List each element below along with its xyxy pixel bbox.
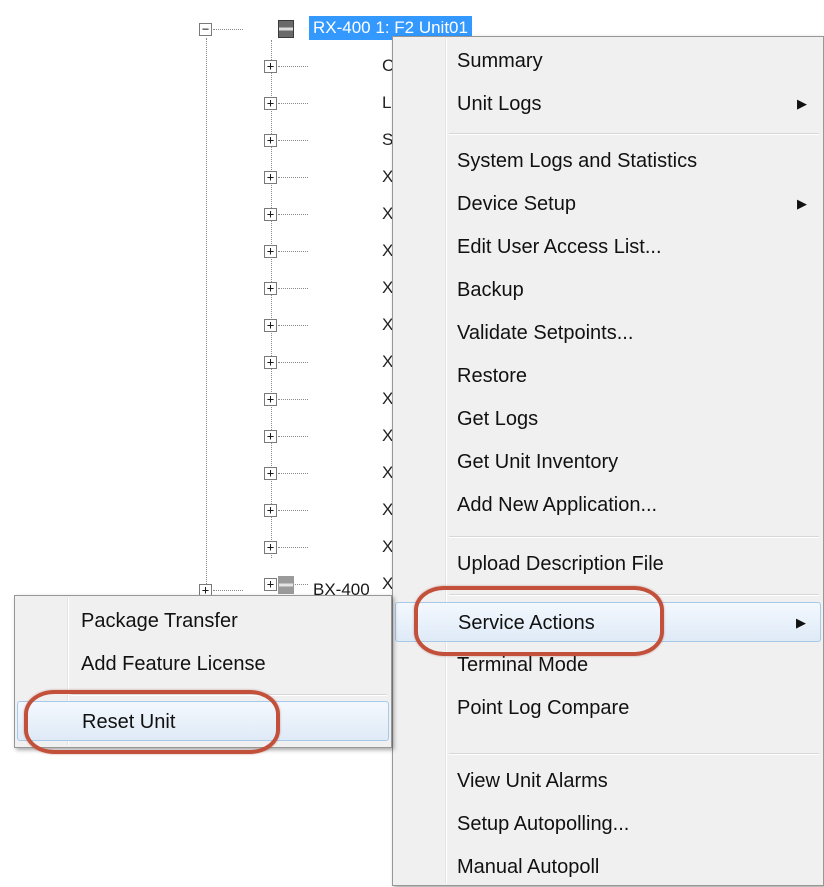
menu-item-get-logs[interactable]: Get Logs <box>395 399 821 439</box>
tree-expander-child[interactable]: + <box>264 319 277 332</box>
tree-expander-child[interactable]: + <box>264 541 277 554</box>
menu-item-label: Service Actions <box>458 612 595 634</box>
tree-connector <box>278 66 308 67</box>
menu-item-label: Validate Setpoints... <box>457 322 634 344</box>
menu-item-device-setup[interactable]: Device Setup ▶ <box>395 184 821 224</box>
menu-item-validate-setpoints[interactable]: Validate Setpoints... <box>395 313 821 353</box>
menu-item-view-unit-alarms[interactable]: View Unit Alarms <box>395 761 821 801</box>
tree-connector <box>278 399 308 400</box>
menu-item-label: Package Transfer <box>81 610 238 632</box>
menu-item-label: Backup <box>457 279 524 301</box>
submenu-arrow-icon: ▶ <box>797 196 807 211</box>
submenu-item-package-transfer[interactable]: Package Transfer <box>17 601 389 641</box>
menu-item-summary[interactable]: Summary <box>395 41 821 81</box>
menu-item-setup-autopolling[interactable]: Setup Autopolling... <box>395 804 821 844</box>
tree-connector <box>213 590 243 591</box>
menu-item-label: Device Setup <box>457 193 576 215</box>
tree-connector <box>278 325 308 326</box>
tree-connector <box>278 103 308 104</box>
tree-connector <box>278 547 308 548</box>
menu-separator <box>449 536 819 538</box>
tree-connector <box>278 140 308 141</box>
tree-expander-child[interactable]: + <box>264 356 277 369</box>
tree-expander-child[interactable]: + <box>264 282 277 295</box>
tree-connector <box>278 288 308 289</box>
menu-item-upload-description-file[interactable]: Upload Description File <box>395 544 821 584</box>
tree-expander-child[interactable]: + <box>264 430 277 443</box>
context-menu: Summary Unit Logs ▶ System Logs and Statist… <box>392 36 824 886</box>
tree-expander-child[interactable]: + <box>264 467 277 480</box>
tree-expander-child[interactable]: + <box>264 393 277 406</box>
menu-separator <box>449 753 819 755</box>
menu-item-terminal-mode[interactable]: Terminal Mode <box>395 645 821 685</box>
tree-connector <box>278 362 308 363</box>
tree-expander-child[interactable]: + <box>264 171 277 184</box>
menu-item-label: System Logs and Statistics <box>457 150 698 172</box>
service-actions-submenu: Package Transfer Add Feature License Reset… <box>14 595 392 748</box>
tree-child-trunk-line <box>271 40 272 558</box>
menu-item-manual-autopoll[interactable]: Manual Autopoll <box>395 847 821 887</box>
submenu-item-add-feature-license[interactable]: Add Feature License <box>17 644 389 684</box>
tree-child-label[interactable]: L <box>382 93 391 113</box>
menu-separator <box>449 594 819 596</box>
menu-item-get-unit-inventory[interactable]: Get Unit Inventory <box>395 442 821 482</box>
submenu-item-reset-unit[interactable]: Reset Unit <box>17 701 389 741</box>
tree-expander-child[interactable]: + <box>264 504 277 517</box>
menu-separator <box>449 133 819 135</box>
menu-item-label: View Unit Alarms <box>457 770 608 792</box>
tree-connector <box>278 214 308 215</box>
menu-item-label: Point Log Compare <box>457 697 630 719</box>
tree-expander-collapse[interactable]: − <box>199 23 212 36</box>
menu-separator <box>71 694 387 696</box>
menu-item-unit-logs[interactable]: Unit Logs ▶ <box>395 84 821 124</box>
tree-connector <box>278 177 308 178</box>
tree-connector <box>278 510 308 511</box>
tree-expander-child[interactable]: + <box>264 60 277 73</box>
tree-connector <box>278 473 308 474</box>
menu-item-point-log-compare[interactable]: Point Log Compare <box>395 688 821 728</box>
submenu-arrow-icon: ▶ <box>796 615 806 630</box>
menu-item-label: Manual Autopoll <box>457 856 600 878</box>
tree-expander-child[interactable]: + <box>264 578 277 591</box>
menu-item-label: Edit User Access List... <box>457 236 662 258</box>
tree-expander-child[interactable]: + <box>264 134 277 147</box>
tree-expander-child[interactable]: + <box>264 208 277 221</box>
tree-connector <box>278 251 308 252</box>
tree-expander-child[interactable]: + <box>264 97 277 110</box>
submenu-arrow-icon: ▶ <box>797 96 807 111</box>
menu-item-restore[interactable]: Restore <box>395 356 821 396</box>
menu-item-add-new-application[interactable]: Add New Application... <box>395 485 821 525</box>
menu-item-backup[interactable]: Backup <box>395 270 821 310</box>
device-icon <box>278 20 294 38</box>
menu-item-label: Get Unit Inventory <box>457 451 619 473</box>
device-icon <box>278 576 294 594</box>
menu-item-label: Setup Autopolling... <box>457 813 630 835</box>
menu-item-system-logs-and-statistics[interactable]: System Logs and Statistics <box>395 141 821 181</box>
menu-item-label: Reset Unit <box>82 711 176 733</box>
menu-item-label: Upload Description File <box>457 553 664 575</box>
menu-item-service-actions[interactable]: Service Actions ▶ <box>395 602 821 642</box>
tree-connector <box>278 436 308 437</box>
tree-trunk-line <box>206 38 207 588</box>
tree-expander-child[interactable]: + <box>264 245 277 258</box>
menu-item-label: Summary <box>457 50 543 72</box>
menu-item-label: Add New Application... <box>457 494 658 516</box>
menu-item-edit-user-access-list[interactable]: Edit User Access List... <box>395 227 821 267</box>
menu-item-label: Get Logs <box>457 408 539 430</box>
menu-item-label: Terminal Mode <box>457 654 589 676</box>
tree-connector <box>213 29 243 30</box>
menu-item-label: Restore <box>457 365 528 387</box>
menu-item-label: Unit Logs <box>457 93 542 115</box>
menu-item-label: Add Feature License <box>81 653 266 675</box>
